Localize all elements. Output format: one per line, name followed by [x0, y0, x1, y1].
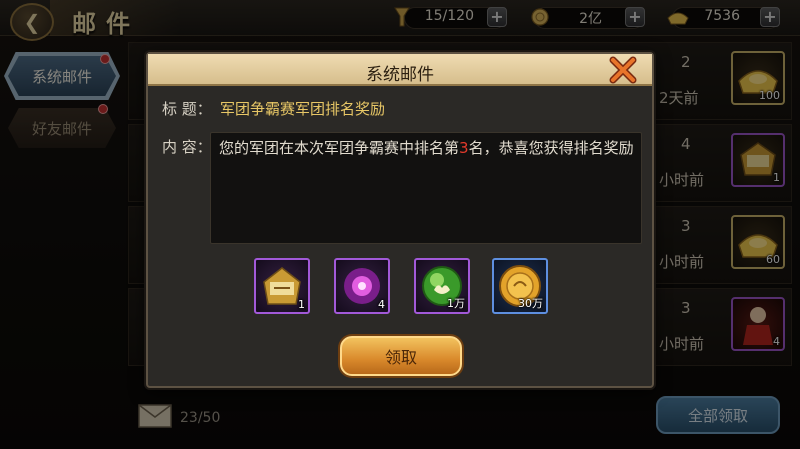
content-box: 您的军团在本次军团争霸赛中排名第3名，恭喜您获得排名奖励	[210, 132, 642, 244]
content-text-pre: 您的军团在本次军团争霸赛中排名第	[219, 139, 460, 157]
reward-count: 30万	[518, 297, 543, 310]
reward-count: 4	[378, 298, 385, 311]
reward-item[interactable]: 1	[254, 258, 310, 314]
mail-subject: 军团争霸赛军团排名奖励	[220, 100, 386, 118]
dialog-title: 系统邮件	[366, 65, 434, 85]
rank-number: 3	[459, 139, 469, 157]
reward-count: 1万	[447, 297, 465, 310]
content-text-post: 名，恭喜您获得排名奖励	[468, 139, 634, 157]
mail-content: 您的军团在本次军团争霸赛中排名第3名，恭喜您获得排名奖励	[219, 137, 635, 159]
claim-button[interactable]: 领取	[340, 336, 462, 376]
close-icon[interactable]	[608, 56, 638, 84]
reward-item[interactable]: 30万	[492, 258, 548, 314]
reward-item[interactable]: 4	[334, 258, 390, 314]
mail-dialog: 系统邮件 标 题： 军团争霸赛军团排名奖励 内 容： 您的军团在本次军团争霸赛中…	[146, 52, 654, 388]
dialog-header: 系统邮件	[148, 54, 652, 86]
content-label: 内 容：	[162, 138, 212, 156]
reward-count: 1	[298, 298, 305, 311]
reward-item[interactable]: 1万	[414, 258, 470, 314]
subject-label: 标 题：	[162, 100, 212, 118]
